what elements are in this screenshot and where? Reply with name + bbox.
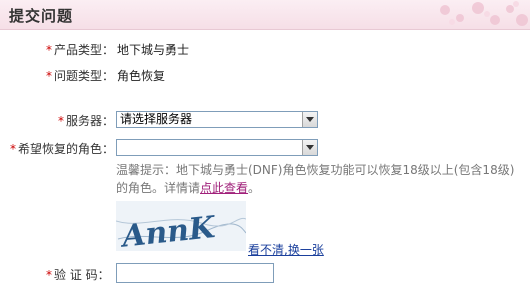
issue-type-label: * 问题类型：: [46, 69, 115, 83]
section-title: 提交问题: [9, 7, 74, 25]
details-link[interactable]: 点此查看: [200, 181, 248, 195]
role-label: * 希望恢复的角色：: [10, 142, 115, 156]
svg-text:AnnK: AnnK: [118, 210, 219, 251]
section-header: 提交问题: [0, 0, 530, 30]
captcha-image: AnnK: [116, 201, 246, 251]
verify-code-label: * 验 证 码：: [46, 268, 110, 282]
verify-code-input[interactable]: [116, 263, 274, 283]
refresh-captcha-link[interactable]: 看不清,换一张: [248, 241, 324, 258]
chevron-down-icon[interactable]: [302, 140, 317, 155]
server-select[interactable]: 请选择服务器: [116, 111, 318, 128]
chevron-down-icon[interactable]: [302, 112, 317, 127]
recovery-tip: 温馨提示：地下城与勇士(DNF)角色恢复功能可以恢复18级以上(包含18级)的角…: [116, 163, 515, 195]
role-select[interactable]: [116, 139, 318, 156]
product-type-label: * 产品类型：: [46, 43, 115, 57]
server-label: * 服务器：: [58, 114, 115, 128]
product-type-value: 地下城与勇士: [117, 43, 190, 57]
issue-type-value: 角色恢复: [117, 69, 166, 83]
floral-decoration-icon: [440, 1, 528, 26]
server-select-value: 请选择服务器: [120, 112, 193, 126]
